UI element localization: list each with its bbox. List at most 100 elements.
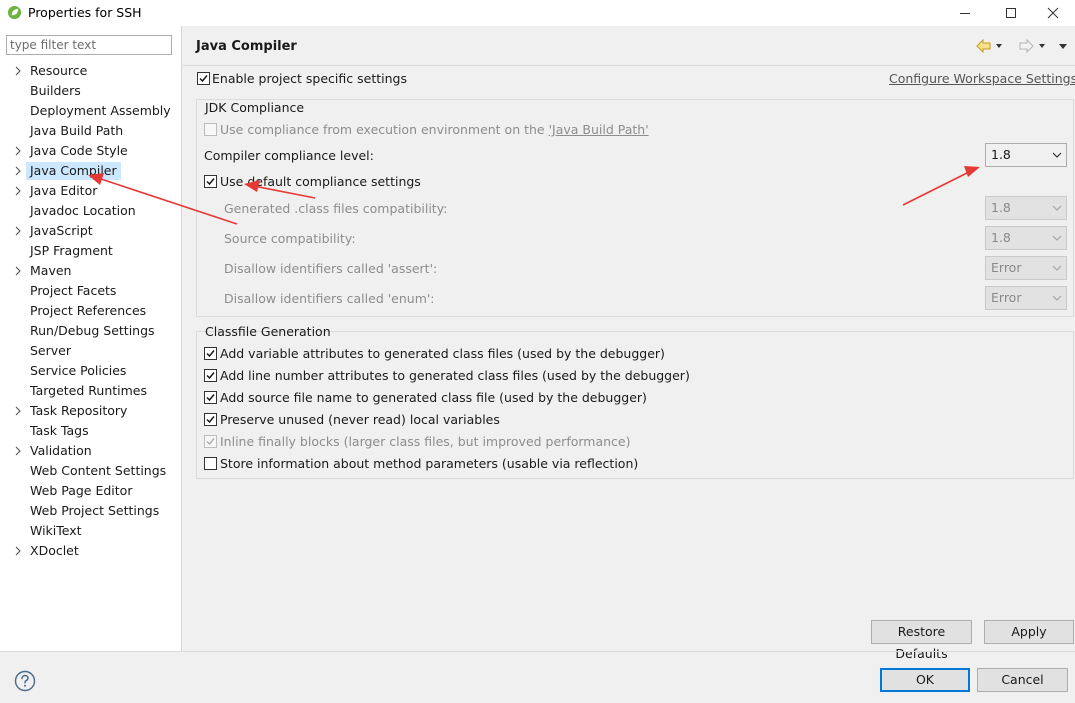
tree-item-service-policies[interactable]: Service Policies [0,361,182,381]
chevron-right-icon[interactable] [13,141,23,161]
tree-item-java-code-style[interactable]: Java Code Style [0,141,182,161]
checkmark-icon [206,416,215,424]
tree-item-label: Java Compiler [26,162,121,180]
tree-item-java-build-path[interactable]: Java Build Path [0,121,182,141]
chevron-down-icon [1052,295,1062,301]
chevron-right-icon[interactable] [13,181,23,201]
configure-workspace-settings-link[interactable]: Configure Workspace Settings... [889,71,1075,86]
tree-item-label: Java Code Style [30,143,128,158]
window-title: Properties for SSH [28,5,142,20]
jdk-row-value: 1.8 [991,200,1011,215]
compiler-compliance-label: Compiler compliance level: [204,148,374,163]
chevron-down-icon [1052,205,1062,211]
preference-navigation-pane: Resource Builders Deployment Assembly Java … [0,26,182,651]
tree-item-label: Java Editor [30,183,98,198]
compiler-compliance-select[interactable]: 1.8 [985,143,1067,167]
chevron-down-icon [1052,152,1062,158]
chevron-right-icon[interactable] [13,401,23,421]
tree-item-wikitext[interactable]: WikiText [0,521,182,541]
checkmark-icon [206,350,215,358]
chevron-right-icon[interactable] [13,541,23,561]
tree-item-label: Resource [30,63,88,78]
chevron-right-icon[interactable] [13,161,23,181]
use-execution-environment-text: Use compliance from execution environmen… [220,122,549,137]
checkmark-icon [206,372,215,380]
tree-item-run-debug-settings[interactable]: Run/Debug Settings [0,321,182,341]
enable-project-specific-checkbox[interactable] [197,72,210,85]
use-execution-environment-checkbox[interactable] [204,123,217,136]
tree-item-label: Builders [30,83,81,98]
chevron-down-icon [1052,235,1062,241]
compiler-compliance-value: 1.8 [991,147,1011,162]
tree-item-javadoc-location[interactable]: Javadoc Location [0,201,182,221]
maximize-icon [1006,8,1016,18]
tree-item-deployment-assembly[interactable]: Deployment Assembly [0,101,182,121]
chevron-right-icon[interactable] [13,61,23,81]
classfile-option-checkbox[interactable] [204,391,217,404]
property-page: Java Compiler Enable project specific se… [183,26,1075,661]
restore-defaults-button[interactable]: Restore Defaults [871,620,972,661]
java-build-path-link[interactable]: 'Java Build Path' [549,122,649,137]
use-default-compliance-checkbox[interactable] [204,175,217,188]
filter-input[interactable] [6,35,172,55]
jdk-row-select[interactable]: 1.8 [985,196,1067,220]
tree-item-maven[interactable]: Maven [0,261,182,281]
tree-item-xdoclet[interactable]: XDoclet [0,541,182,561]
tree-item-label: Web Page Editor [30,483,133,498]
tree-item-builders[interactable]: Builders [0,81,182,101]
tree-item-server[interactable]: Server [0,341,182,361]
tree-item-label: Web Project Settings [30,503,160,518]
jdk-row-select[interactable]: 1.8 [985,226,1067,250]
back-arrow-icon[interactable] [976,38,991,54]
tree-item-validation[interactable]: Validation [0,441,182,461]
classfile-option-checkbox[interactable] [204,369,217,382]
tree-item-label: Javadoc Location [30,203,136,218]
jdk-row-select[interactable]: Error [985,286,1067,310]
cancel-button[interactable]: Cancel [977,668,1068,692]
view-menu-icon[interactable] [1059,44,1067,49]
tree-item-web-project-settings[interactable]: Web Project Settings [0,501,182,521]
maximize-button[interactable] [988,0,1034,26]
jdk-row-select[interactable]: Error [985,256,1067,280]
tree-item-label: Task Tags [30,423,89,438]
jdk-row-value: Error [991,290,1022,305]
tree-item-label: WikiText [30,523,82,538]
tree-item-jsp-fragment[interactable]: JSP Fragment [0,241,182,261]
tree-item-project-references[interactable]: Project References [0,301,182,321]
tree-item-task-repository[interactable]: Task Repository [0,401,182,421]
jdk-row-label: Source compatibility: [224,231,356,246]
forward-history-dropdown-icon[interactable] [1039,44,1045,48]
chevron-right-icon[interactable] [13,441,23,461]
tree-item-label: XDoclet [30,543,79,558]
classfile-option-label: Add source file name to generated class … [220,390,647,405]
tree-item-project-facets[interactable]: Project Facets [0,281,182,301]
tree-item-java-editor[interactable]: Java Editor [0,181,182,201]
ok-button[interactable]: OK [880,668,970,692]
classfile-option-checkbox[interactable] [204,435,217,448]
chevron-right-icon[interactable] [13,221,23,241]
classfile-option-checkbox[interactable] [204,413,217,426]
classfile-option-checkbox[interactable] [204,457,217,470]
forward-arrow-icon[interactable] [1019,38,1034,54]
tree-item-javascript[interactable]: JavaScript [0,221,182,241]
help-question-icon[interactable] [14,670,36,692]
tree-item-task-tags[interactable]: Task Tags [0,421,182,441]
checkmark-icon [206,394,215,402]
tree-item-label: Task Repository [30,403,128,418]
classfile-option-label: Inline finally blocks (larger class file… [220,434,631,449]
classfile-option-checkbox[interactable] [204,347,217,360]
bottom-separator [0,651,1075,652]
tree-item-targeted-runtimes[interactable]: Targeted Runtimes [0,381,182,401]
tree-item-web-content-settings[interactable]: Web Content Settings [0,461,182,481]
tree-item-java-compiler[interactable]: Java Compiler [0,161,182,181]
minimize-button[interactable] [942,0,988,26]
chevron-right-icon[interactable] [13,261,23,281]
page-title: Java Compiler [196,39,297,54]
tree-item-web-page-editor[interactable]: Web Page Editor [0,481,182,501]
tree-item-label: Server [30,343,71,358]
apply-button[interactable]: Apply [984,620,1074,644]
tree-item-resource[interactable]: Resource [0,61,182,81]
back-history-dropdown-icon[interactable] [996,44,1002,48]
close-button[interactable] [1030,0,1075,26]
use-execution-environment-label: Use compliance from execution environmen… [220,122,649,137]
